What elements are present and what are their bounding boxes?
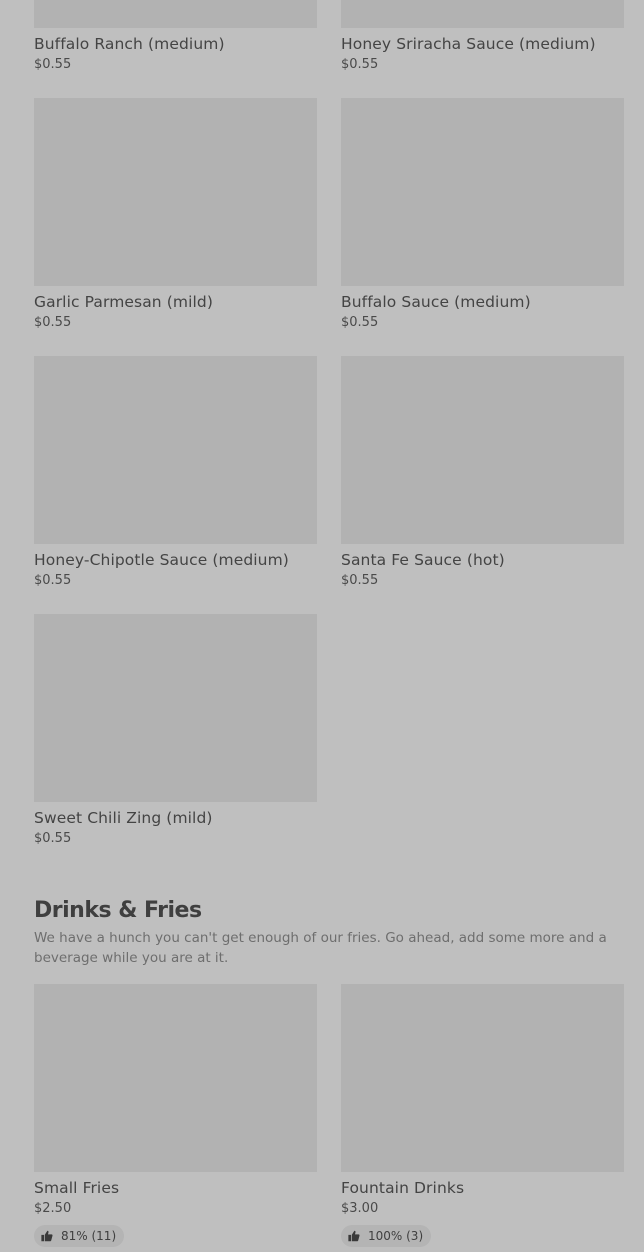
menu-item-image xyxy=(341,984,624,1172)
menu-item-image xyxy=(34,0,317,28)
menu-item-card[interactable]: Honey Sriracha Sauce (medium) $0.55 xyxy=(341,0,624,73)
menu-item-name: Santa Fe Sauce (hot) xyxy=(341,551,505,569)
menu-item-card[interactable]: Honey-Chipotle Sauce (medium) $0.55 xyxy=(34,356,317,589)
thumbs-up-icon xyxy=(41,1230,53,1242)
menu-item-image xyxy=(34,614,317,802)
menu-item-price: $3.00 xyxy=(341,1201,379,1216)
menu-item-name: Garlic Parmesan (mild) xyxy=(34,293,213,311)
menu-item-image xyxy=(34,984,317,1172)
menu-item-name: Small Fries xyxy=(34,1179,120,1197)
menu-item-card[interactable]: Small Fries $2.50 81% (11) xyxy=(34,984,317,1247)
menu-item-card[interactable]: Santa Fe Sauce (hot) $0.55 xyxy=(341,356,624,589)
rating-text: 100% (3) xyxy=(368,1229,424,1243)
menu-item-name: Buffalo Ranch (medium) xyxy=(34,35,225,53)
menu-item-price: $0.55 xyxy=(34,57,72,72)
menu-item-price: $0.55 xyxy=(341,57,379,72)
thumbs-up-icon xyxy=(348,1230,360,1242)
menu-item-price: $2.50 xyxy=(34,1201,72,1216)
menu-item-card[interactable]: Garlic Parmesan (mild) $0.55 xyxy=(34,98,317,331)
menu-item-price: $0.55 xyxy=(34,831,72,846)
menu-item-name: Buffalo Sauce (medium) xyxy=(341,293,531,311)
menu-item-name: Fountain Drinks xyxy=(341,1179,465,1197)
menu-item-name: Sweet Chili Zing (mild) xyxy=(34,809,213,827)
menu-item-price: $0.55 xyxy=(341,315,379,330)
menu-item-price: $0.55 xyxy=(34,573,72,588)
menu-item-card[interactable]: Sweet Chili Zing (mild) $0.55 xyxy=(34,614,317,847)
menu-item-image xyxy=(341,98,624,286)
rating-badge: 81% (11) xyxy=(34,1225,125,1247)
menu-item-image xyxy=(34,98,317,286)
menu-item-image xyxy=(341,0,624,28)
rating-text: 81% (11) xyxy=(61,1229,117,1243)
menu-item-image xyxy=(34,356,317,544)
menu-item-image xyxy=(341,356,624,544)
menu-item-name: Honey-Chipotle Sauce (medium) xyxy=(34,551,289,569)
menu-item-price: $0.55 xyxy=(34,315,72,330)
menu-item-name: Honey Sriracha Sauce (medium) xyxy=(341,35,596,53)
menu-item-card[interactable]: Fountain Drinks $3.00 100% (3) xyxy=(341,984,624,1247)
rating-badge: 100% (3) xyxy=(341,1225,432,1247)
section-title: Drinks & Fries xyxy=(34,898,202,923)
menu-item-card[interactable]: Buffalo Sauce (medium) $0.55 xyxy=(341,98,624,331)
menu-item-price: $0.55 xyxy=(341,573,379,588)
section-description: We have a hunch you can't get enough of … xyxy=(34,930,607,966)
menu-item-card[interactable]: Buffalo Ranch (medium) $0.55 xyxy=(34,0,317,73)
